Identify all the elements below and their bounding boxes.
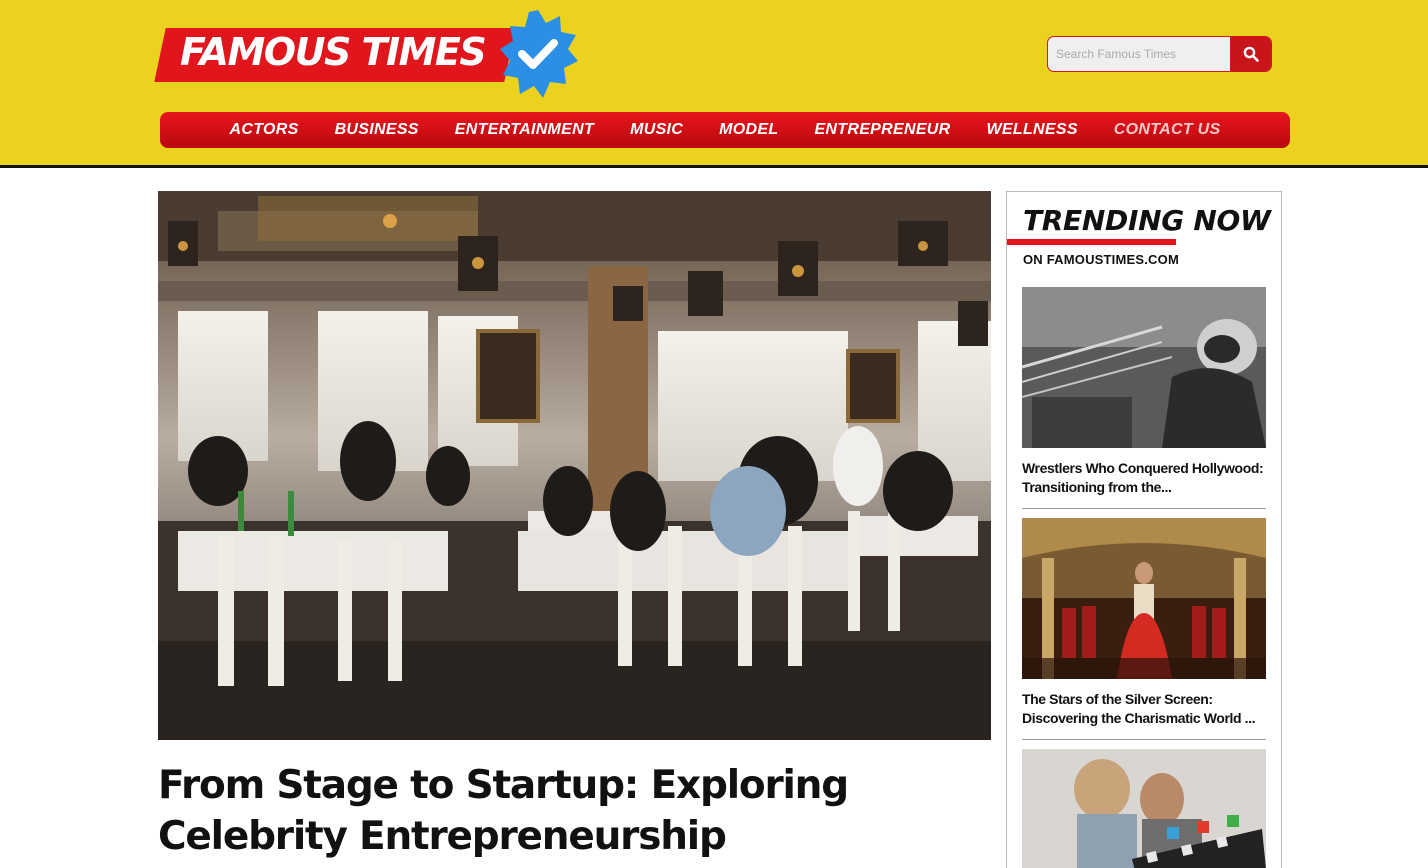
article-hero-image[interactable] [158, 191, 991, 740]
trending-item: The Stars of the Silver Screen: Discover… [1022, 518, 1266, 740]
search-box [1047, 36, 1272, 72]
nav-item-entertainment[interactable]: ENTERTAINMENT [455, 121, 594, 139]
trending-divider [1022, 508, 1266, 509]
nav-item-music[interactable]: MUSIC [630, 121, 683, 139]
trending-divider [1022, 739, 1266, 740]
wrestler-photo [1022, 287, 1266, 448]
nav-item-business[interactable]: BUSINESS [335, 121, 419, 139]
trending-item-title[interactable]: The Stars of the Silver Screen: Discover… [1022, 690, 1266, 728]
site-header: FAMOUS TIMES ACTORS BUSINESS ENTERTAINME… [0, 0, 1428, 168]
restaurant-photo [158, 191, 991, 740]
search-icon [1243, 46, 1259, 62]
nav-item-wellness[interactable]: WELLNESS [987, 121, 1078, 139]
nav-item-actors[interactable]: ACTORS [230, 121, 299, 139]
trending-underline [1007, 239, 1176, 245]
site-logo[interactable]: FAMOUS TIMES [154, 8, 580, 102]
trending-item-image[interactable] [1022, 518, 1266, 679]
logo-text: FAMOUS TIMES [180, 30, 487, 74]
trending-item-title[interactable]: Wrestlers Who Conquered Hollywood: Trans… [1022, 459, 1266, 497]
trending-item [1022, 749, 1266, 868]
verified-check-icon [500, 10, 578, 98]
trending-item-image[interactable] [1022, 287, 1266, 448]
film-set-photo [1022, 749, 1266, 868]
search-button[interactable] [1230, 37, 1271, 71]
article-title[interactable]: From Stage to Startup: Exploring Celebri… [158, 760, 991, 862]
trending-sidebar: TRENDING NOW ON FAMOUSTIMES.COM Wrestler… [1006, 191, 1282, 868]
nav-item-contact-us[interactable]: CONTACT US [1114, 121, 1221, 139]
fashion-show-photo [1022, 518, 1266, 679]
trending-title: TRENDING NOW [1023, 204, 1271, 237]
search-input[interactable] [1048, 37, 1231, 71]
nav-item-model[interactable]: MODEL [719, 121, 778, 139]
trending-item-image[interactable] [1022, 749, 1266, 868]
main-nav: ACTORS BUSINESS ENTERTAINMENT MUSIC MODE… [160, 112, 1290, 148]
nav-item-entrepreneur[interactable]: ENTREPRENEUR [814, 121, 950, 139]
trending-item: Wrestlers Who Conquered Hollywood: Trans… [1022, 287, 1266, 509]
trending-subtitle: ON FAMOUSTIMES.COM [1023, 252, 1179, 267]
